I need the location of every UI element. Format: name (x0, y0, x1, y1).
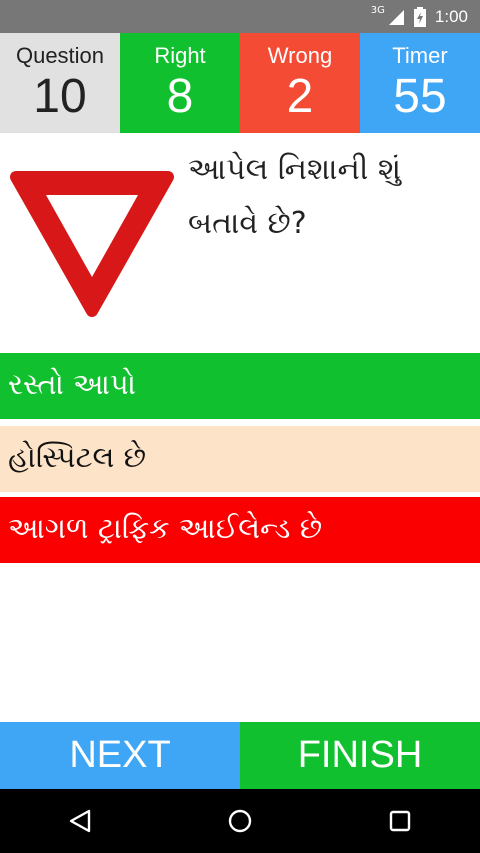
stat-timer: Timer 55 (360, 33, 480, 133)
stat-timer-label: Timer (392, 43, 448, 68)
yield-sign-icon (10, 171, 174, 317)
stat-question-value: 10 (33, 70, 87, 123)
stat-wrong-value: 2 (286, 70, 314, 123)
stats-bar: Question 10 Right 8 Wrong 2 Timer 55 (0, 33, 480, 133)
signal-icon (388, 9, 404, 25)
question-text: આપેલ નિશાની શું બતાવે છે? (188, 152, 402, 241)
answer-option-2[interactable]: હોસ્પિટલ છે (0, 426, 480, 492)
question-area: આપેલ નિશાની શું બતાવે છે? (0, 133, 480, 348)
stat-right-label: Right (154, 43, 206, 68)
recents-button[interactable] (370, 796, 430, 846)
back-button[interactable] (50, 796, 110, 846)
answer-option-1[interactable]: રસ્તો આપો (0, 353, 480, 419)
stat-wrong: Wrong 2 (240, 33, 360, 133)
back-icon (69, 809, 91, 833)
home-icon (228, 809, 252, 833)
answer-option-3[interactable]: આગળ ટ્રાફિક આઈલેન્ડ છે (0, 497, 480, 563)
battery-icon (413, 6, 426, 27)
recents-icon (389, 810, 411, 832)
finish-button[interactable]: FINISH (240, 722, 480, 789)
stat-wrong-label: Wrong (267, 43, 333, 68)
network-type: 3G (370, 5, 385, 16)
status-time: 1:00 (434, 6, 468, 26)
stat-question: Question 10 (0, 33, 120, 133)
bottom-buttons: NEXT FINISH (0, 722, 480, 789)
next-button[interactable]: NEXT (0, 722, 240, 789)
stat-timer-value: 55 (393, 70, 447, 123)
stat-right: Right 8 (120, 33, 240, 133)
home-button[interactable] (210, 796, 270, 846)
stat-question-label: Question (15, 43, 105, 68)
status-bar: 3G 1:00 (0, 0, 480, 33)
stat-right-value: 8 (166, 70, 194, 123)
navigation-bar (0, 789, 480, 853)
